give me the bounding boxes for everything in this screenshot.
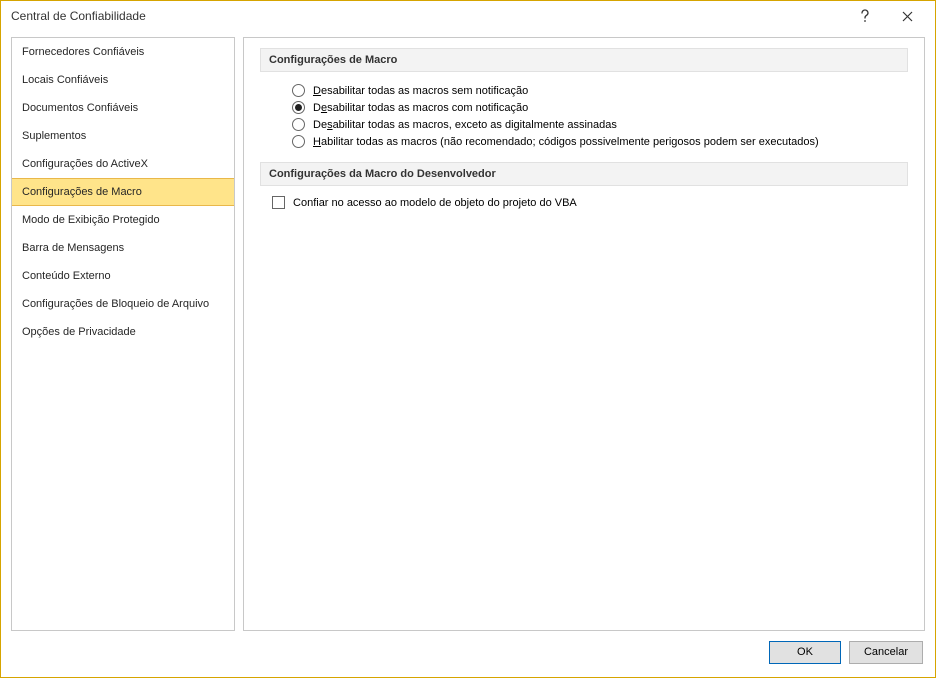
sidebar-item-0[interactable]: Fornecedores Confiáveis: [12, 38, 234, 66]
help-icon: [860, 9, 870, 23]
radio-label: Desabilitar todas as macros sem notifica…: [313, 85, 528, 97]
trust-vba-checkbox-row[interactable]: Confiar no acesso ao modelo de objeto do…: [272, 196, 908, 209]
trust-vba-checkbox[interactable]: [272, 196, 285, 209]
sidebar-item-5[interactable]: Configurações de Macro: [12, 178, 234, 206]
macro-radio-1[interactable]: Desabilitar todas as macros com notifica…: [292, 99, 908, 116]
sidebar-item-8[interactable]: Conteúdo Externo: [12, 262, 234, 290]
radio-icon[interactable]: [292, 101, 305, 114]
sidebar-item-9[interactable]: Configurações de Bloqueio de Arquivo: [12, 290, 234, 318]
window-title: Central de Confiabilidade: [11, 9, 845, 23]
sidebar-item-1[interactable]: Locais Confiáveis: [12, 66, 234, 94]
macro-radio-group: Desabilitar todas as macros sem notifica…: [292, 82, 908, 150]
macro-radio-3[interactable]: Habilitar todas as macros (não recomenda…: [292, 133, 908, 150]
sidebar-item-4[interactable]: Configurações do ActiveX: [12, 150, 234, 178]
macro-settings-header: Configurações de Macro: [260, 48, 908, 72]
titlebar: Central de Confiabilidade: [1, 1, 935, 31]
sidebar-item-10[interactable]: Opções de Privacidade: [12, 318, 234, 346]
dialog-footer: OK Cancelar: [1, 635, 935, 677]
sidebar-item-2[interactable]: Documentos Confiáveis: [12, 94, 234, 122]
macro-radio-2[interactable]: Desabilitar todas as macros, exceto as d…: [292, 116, 908, 133]
dev-macro-header: Configurações da Macro do Desenvolvedor: [260, 162, 908, 186]
close-button[interactable]: [887, 1, 927, 31]
radio-icon[interactable]: [292, 118, 305, 131]
content-pane: Configurações de Macro Desabilitar todas…: [243, 37, 925, 631]
radio-label: Desabilitar todas as macros com notifica…: [313, 102, 528, 114]
sidebar-item-7[interactable]: Barra de Mensagens: [12, 234, 234, 262]
radio-label: Desabilitar todas as macros, exceto as d…: [313, 119, 617, 131]
radio-label: Habilitar todas as macros (não recomenda…: [313, 136, 819, 148]
trust-vba-label: Confiar no acesso ao modelo de objeto do…: [293, 197, 577, 209]
cancel-button[interactable]: Cancelar: [849, 641, 923, 664]
titlebar-controls: [845, 1, 927, 31]
dialog-body: Fornecedores ConfiáveisLocais Confiáveis…: [1, 31, 935, 635]
sidebar: Fornecedores ConfiáveisLocais Confiáveis…: [11, 37, 235, 631]
trust-center-dialog: Central de Confiabilidade Fornecedores C…: [0, 0, 936, 678]
radio-icon[interactable]: [292, 84, 305, 97]
radio-icon[interactable]: [292, 135, 305, 148]
sidebar-item-6[interactable]: Modo de Exibição Protegido: [12, 206, 234, 234]
ok-button[interactable]: OK: [769, 641, 841, 664]
help-button[interactable]: [845, 1, 885, 31]
sidebar-item-3[interactable]: Suplementos: [12, 122, 234, 150]
macro-radio-0[interactable]: Desabilitar todas as macros sem notifica…: [292, 82, 908, 99]
close-icon: [902, 11, 913, 22]
